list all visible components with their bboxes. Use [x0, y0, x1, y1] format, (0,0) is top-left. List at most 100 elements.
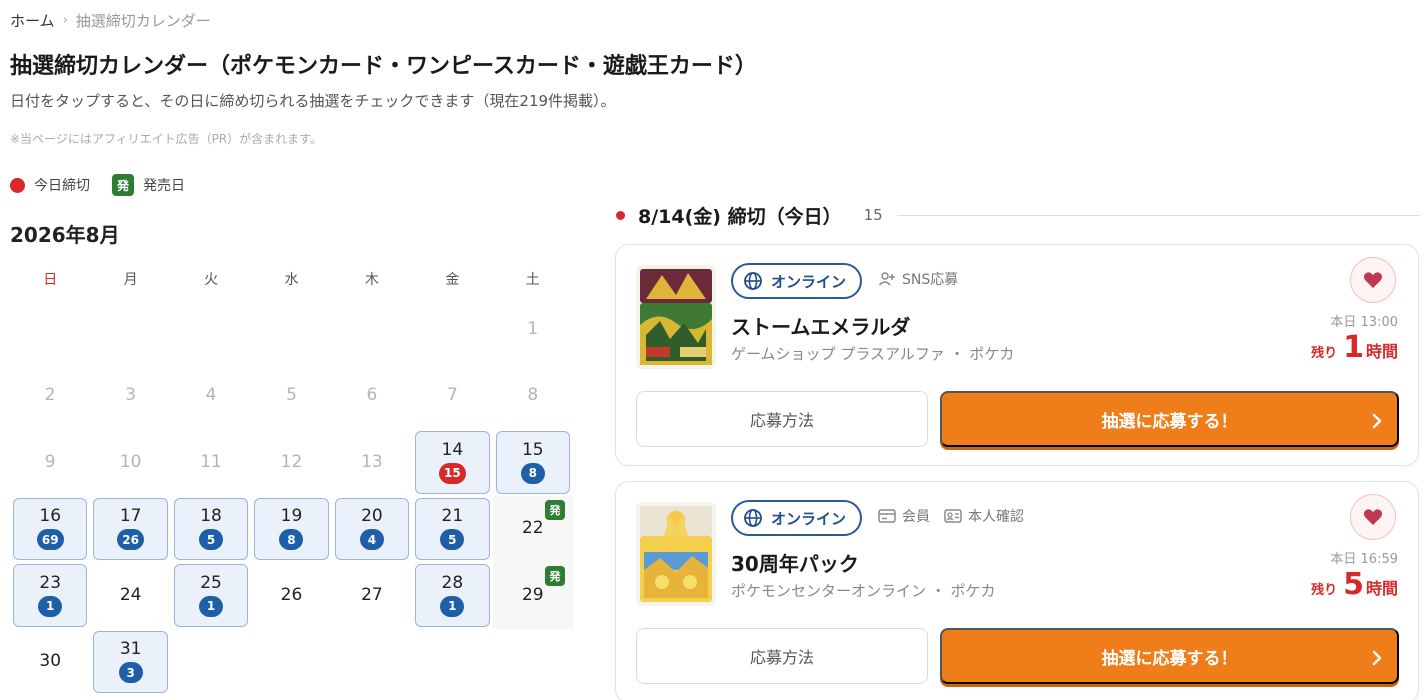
day-number: 3: [125, 385, 137, 406]
calendar-day-19[interactable]: 19 8: [254, 497, 329, 560]
legend-today-label: 今日締切: [34, 178, 90, 194]
product-thumbnail[interactable]: [636, 265, 716, 369]
weekday-tue: 火: [204, 272, 219, 288]
shop-name: ゲームショップ プラスアルファ ・ ポケカ: [731, 345, 1015, 363]
calendar-day-27: 27: [332, 562, 412, 629]
today-deadline-dot-icon: [10, 177, 25, 193]
calendar-day-11: 11: [171, 429, 251, 496]
time-remaining: 残り 5 時間: [1311, 570, 1398, 600]
calendar-day-18[interactable]: 18 5: [173, 497, 249, 560]
day-number: 8: [527, 385, 539, 406]
day-number: 18: [200, 506, 222, 527]
calendar-empty-cell: [10, 296, 90, 363]
entry-method-button[interactable]: 応募方法: [636, 628, 928, 684]
online-channel-tag: オンライン: [731, 500, 863, 536]
calendar-day-15[interactable]: 15 8: [495, 431, 570, 494]
day-number: 21: [441, 506, 464, 527]
calendar-day-28[interactable]: 28 1: [415, 564, 490, 627]
calendar-day-12: 12: [251, 429, 331, 496]
entry-requirement-tags: SNS応募: [878, 269, 958, 289]
calendar-day-23[interactable]: 23 1: [13, 564, 88, 627]
release-day-badge-icon: 発: [545, 566, 565, 586]
card-icon: [878, 509, 896, 523]
deadline-time: 本日 13:00: [1330, 315, 1398, 330]
requirement-tag: 本人確認: [944, 506, 1024, 526]
calendar-day-4: 4: [171, 363, 251, 430]
calendar-day-grid: 1 2 3 4 5 6 7 8 9 10 11 12 13 14 15 15 8 16 69 17 26 18 5 19 8 20…: [10, 296, 573, 695]
day-number: 27: [361, 584, 383, 605]
selected-day-count: 15: [863, 206, 883, 224]
calendar-day-13: 13: [332, 429, 412, 496]
chevron-right-icon: [1372, 650, 1382, 666]
online-channel-label: オンライン: [771, 509, 847, 528]
page-title: 抽選締切カレンダー（ポケモンカード・ワンピースカード・遊戯王カード）: [10, 54, 757, 79]
product-thumbnail[interactable]: [636, 502, 716, 606]
day-number: 26: [280, 584, 303, 605]
breadcrumb-home-link[interactable]: ホーム: [10, 10, 55, 31]
person-plus-icon: [878, 272, 895, 286]
calendar-day-16[interactable]: 16 69: [13, 497, 88, 560]
product-name[interactable]: 30周年パック: [731, 548, 859, 577]
calendar-day-30: 30: [10, 629, 90, 696]
id-card-icon: [944, 509, 962, 523]
deadline-count-badge: 8: [279, 529, 304, 551]
day-number: 9: [44, 451, 56, 472]
today-dot-icon: [616, 210, 625, 220]
apply-lottery-button[interactable]: 抽選に応募する！: [940, 628, 1399, 684]
calendar-day-14[interactable]: 14 15: [415, 431, 490, 494]
lottery-card: オンライン SNS応募 ストームエメラルダ ゲームショップ プラスアルファ ・ …: [615, 244, 1419, 466]
deadline-count-badge: 5: [199, 529, 224, 551]
calendar-day-17[interactable]: 17 26: [93, 497, 168, 560]
day-number: 14: [441, 439, 464, 460]
weekday-fri: 金: [445, 272, 460, 288]
calendar-day-10: 10: [90, 429, 170, 496]
deadline-count-badge: 15: [439, 462, 466, 484]
weekday-thu: 木: [364, 272, 379, 288]
favorite-button[interactable]: [1350, 494, 1396, 540]
deadline-count-badge: 1: [38, 595, 63, 617]
calendar-empty-cell: [332, 296, 412, 363]
apply-lottery-label: 抽選に応募する！: [1101, 411, 1238, 431]
entry-requirement-tags: 会員 本人確認: [878, 506, 1024, 526]
calendar-day-21[interactable]: 21 5: [415, 497, 490, 560]
shop-name: ポケモンセンターオンライン ・ ポケカ: [731, 582, 996, 600]
apply-lottery-button[interactable]: 抽選に応募する！: [940, 391, 1399, 447]
day-number: 10: [119, 451, 142, 472]
lottery-card: オンライン 会員 本人確認 30周年パック ポケモンセンターオンライン ・ ポケ…: [615, 481, 1419, 700]
day-number: 15: [521, 439, 544, 460]
remaining-prefix: 残り: [1311, 346, 1338, 361]
day-number: 4: [205, 385, 217, 406]
breadcrumb-current: 抽選締切カレンダー: [75, 12, 211, 30]
calendar-day-25[interactable]: 25 1: [173, 564, 249, 627]
product-name[interactable]: ストームエメラルダ: [731, 311, 910, 340]
deadline-count-badge: 1: [199, 595, 224, 617]
heart-icon: [1363, 509, 1383, 525]
day-number: 22: [521, 518, 544, 539]
entry-method-button[interactable]: 応募方法: [636, 391, 928, 447]
legend-release-label: 発売日: [143, 178, 185, 194]
day-number: 5: [286, 385, 297, 406]
day-number: 23: [39, 572, 62, 593]
header-divider: [896, 214, 1420, 216]
calendar-empty-cell: [412, 296, 492, 363]
favorite-button[interactable]: [1350, 257, 1396, 303]
day-number: 1: [527, 318, 539, 339]
day-number: 25: [200, 572, 222, 593]
calendar-legend: 今日締切 発 発売日: [10, 174, 185, 196]
day-number: 11: [200, 451, 222, 472]
globe-icon: [744, 272, 762, 290]
calendar-day-31[interactable]: 31 3: [93, 630, 168, 693]
day-number: 12: [280, 451, 303, 472]
deadline-calendar: 日 月 火 水 木 金 土 1 2 3 4 5 6 7 8 9 10 11 12 13 14 15 15 8 16…: [10, 262, 573, 695]
globe-icon: [744, 509, 762, 527]
day-number: 7: [446, 385, 458, 406]
calendar-day-22: 22 発: [492, 495, 573, 562]
day-number: 19: [280, 506, 303, 527]
calendar-empty-cell: [90, 296, 170, 363]
deadline-count-badge: 5: [440, 529, 465, 551]
day-number: 13: [361, 451, 383, 472]
calendar-day-7: 7: [412, 363, 492, 430]
calendar-day-20[interactable]: 20 4: [334, 497, 410, 560]
calendar-day-8: 8: [493, 363, 573, 430]
calendar-day-26: 26: [251, 562, 331, 629]
